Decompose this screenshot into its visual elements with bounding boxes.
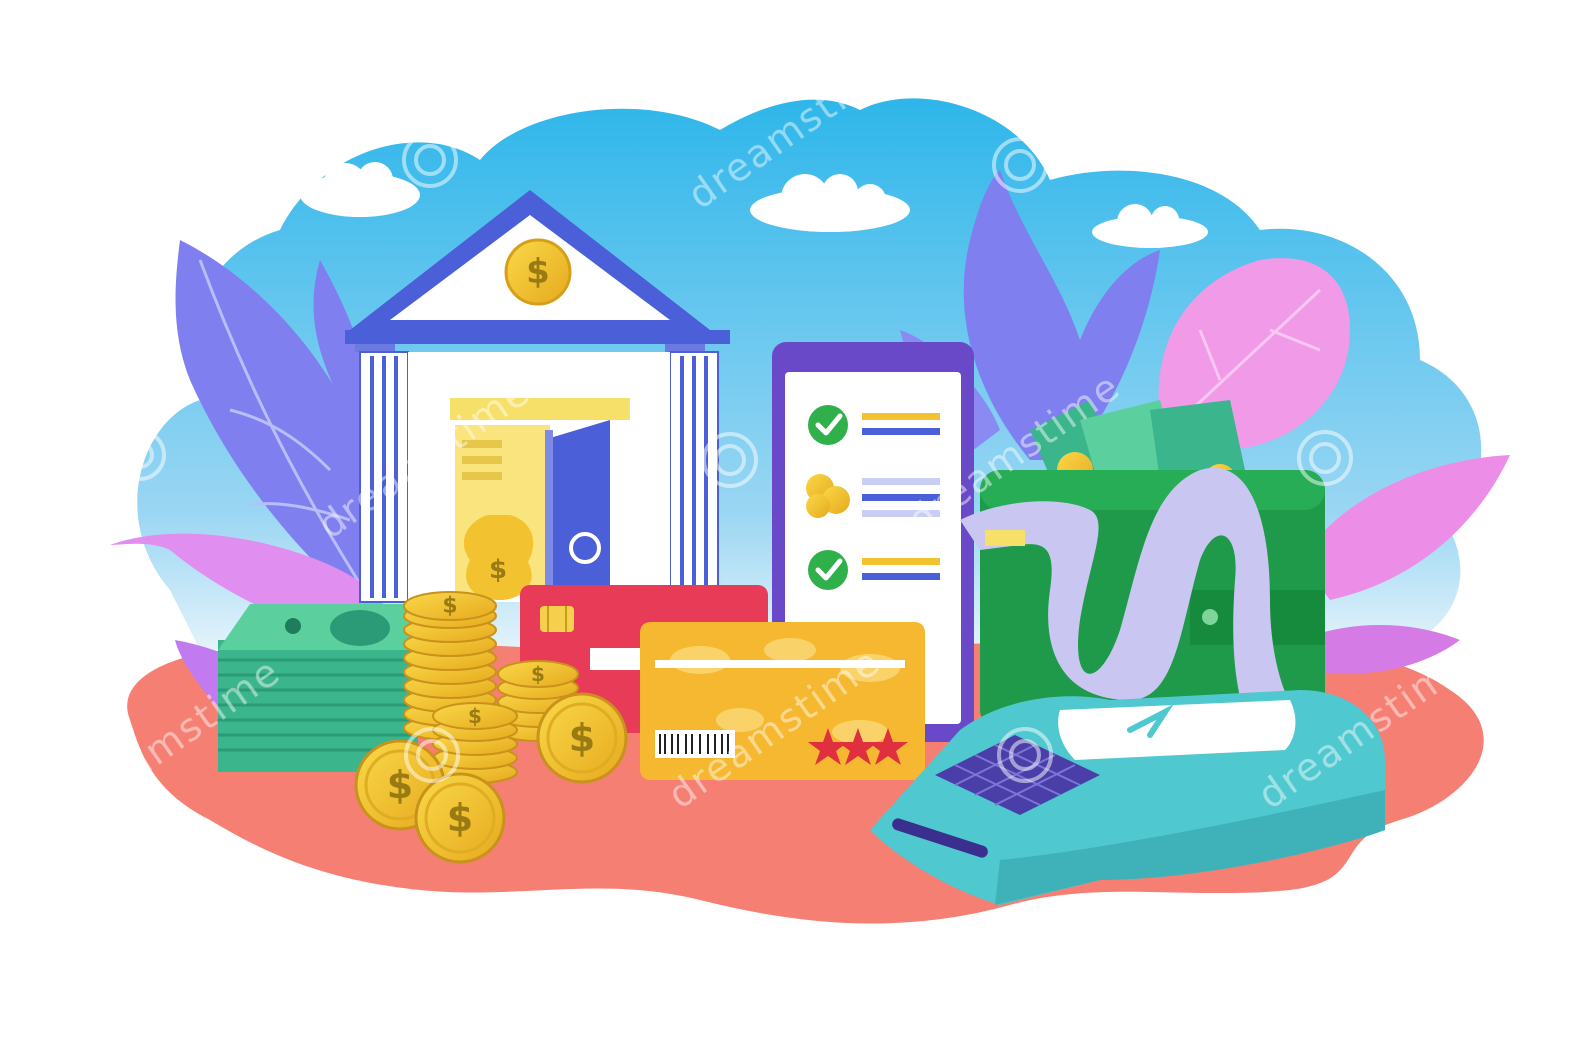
banking-illustration: $ $ $ $ $ $ $ $ dreamstime dreamstime dr… [60, 39, 1510, 924]
svg-text:$: $ [489, 555, 507, 585]
coin-dollar-4: $ [569, 716, 595, 760]
roof-coin-dollar: $ [526, 252, 550, 292]
coin-dollar-2: $ [531, 662, 545, 686]
coin-dollar-3: $ [468, 704, 482, 728]
watermark-text: dreamstime [1260, 39, 1489, 217]
watermark-text: dreamstime [100, 49, 329, 227]
coin-dollar-1: $ [442, 594, 457, 619]
coin-dollar-6: $ [447, 796, 473, 840]
money-bag-icon: $ [463, 515, 534, 600]
